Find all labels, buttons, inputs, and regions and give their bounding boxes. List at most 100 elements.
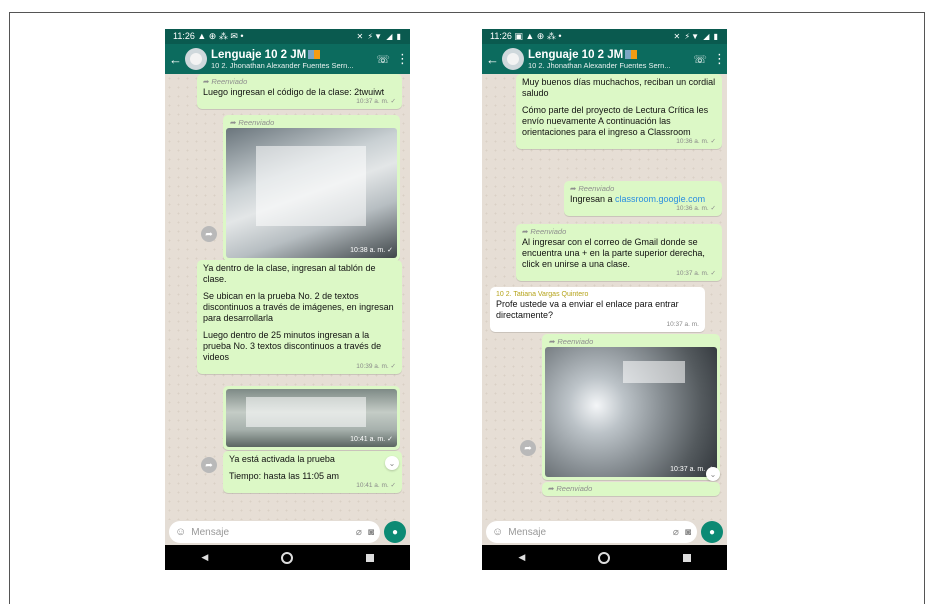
chat-title: Lenguaje 10 2 JM — [211, 48, 307, 61]
message-paragraph: Cómo parte del proyecto de Lectura Críti… — [522, 105, 709, 137]
message-time: 10:36 a. m. ✓ — [676, 205, 716, 212]
nav-home-icon[interactable] — [280, 551, 293, 564]
status-time: 11:26 — [490, 31, 512, 41]
chat-header: ← Lenguaje 10 2 JM 10 2. Jhonathan Alexa… — [482, 44, 727, 74]
photo-time: 10:41 a. m. ✓ — [350, 436, 393, 443]
photo-thumbnail[interactable]: 10:41 a. m. ✓ — [226, 389, 397, 447]
emoji-icon[interactable]: ☺ — [492, 526, 503, 538]
forward-share-icon[interactable]: ➦ — [520, 440, 536, 456]
nav-recents-icon[interactable] — [682, 553, 691, 562]
nav-home-icon[interactable] — [597, 551, 610, 564]
forward-share-icon[interactable]: ➦ — [201, 457, 217, 473]
attach-icon[interactable]: ⌀ — [673, 527, 679, 538]
add-call-icon[interactable]: ☏ — [376, 53, 390, 66]
forwarded-label: ➦ Reenviado — [230, 118, 275, 127]
notification-icons: ▲ ⊕ ⁂ ✉ • — [197, 31, 244, 41]
attach-icon[interactable]: ⌀ — [356, 527, 362, 538]
status-bar: 11:26 ▣ ▲ ⊕ ⁂ • ✕ ⚡▼ ◢ ▮ — [482, 29, 727, 44]
group-avatar[interactable] — [502, 48, 524, 70]
image-message[interactable]: ➦ Reenviado 10:38 a. m. ✓ — [223, 115, 400, 261]
message-text: Luego ingresan el código de la clase: 2t… — [203, 87, 385, 97]
message-bubble[interactable]: Ya está activada la prueba Tiempo: hasta… — [223, 451, 402, 493]
back-arrow-icon[interactable]: ← — [486, 52, 499, 67]
message-time: 10:36 a. m. ✓ — [676, 138, 716, 145]
forwarded-label: ➦ Reenviado — [549, 337, 594, 346]
system-icons: ✕ ⚡▼ ◢ ▮ — [356, 32, 402, 41]
status-bar: 11:26 ▲ ⊕ ⁂ ✉ • ✕ ⚡▼ ◢ ▮ — [165, 29, 410, 44]
image-message[interactable]: 10:41 a. m. ✓ — [223, 386, 400, 450]
chat-area[interactable]: ➦ Reenviado Luego ingresan el código de … — [165, 74, 410, 520]
forwarded-label: ➦ Reenviado — [203, 77, 248, 86]
microphone-icon[interactable]: ● — [701, 521, 723, 543]
status-time: 11:26 — [173, 31, 195, 41]
chat-title: Lenguaje 10 2 JM — [528, 48, 624, 61]
android-nav-bar: ◀ — [165, 545, 410, 570]
chat-title-area[interactable]: Lenguaje 10 2 JM 10 2. Jhonathan Alexand… — [528, 49, 687, 70]
message-time: 10:41 a. m. ✓ — [356, 482, 396, 489]
message-paragraph: Se ubican en la prueba No. 2 de textos d… — [203, 291, 394, 323]
message-bubble[interactable]: ➦ Reenviado Luego ingresan el código de … — [197, 74, 402, 109]
chat-header: ← Lenguaje 10 2 JM 10 2. Jhonathan Alexa… — [165, 44, 410, 74]
message-paragraph: Luego dentro de 25 minutos ingresan a la… — [203, 330, 382, 362]
chat-subtitle: 10 2. Jhonathan Alexander Fuentes Sern..… — [528, 60, 671, 70]
message-paragraph: Muy buenos días muchachos, reciban un co… — [522, 77, 716, 98]
system-icons: ✕ ⚡▼ ◢ ▮ — [673, 32, 719, 41]
message-time: 10:37 a. m. ✓ — [356, 98, 396, 105]
message-text: Al ingresar con el correo de Gmail donde… — [522, 237, 705, 269]
message-time: 10:37 a. m. — [666, 321, 699, 328]
notification-icons: ▣ ▲ ⊕ ⁂ • — [514, 31, 562, 41]
microphone-icon[interactable]: ● — [384, 521, 406, 543]
message-paragraph: Tiempo: hasta las 11:05 am — [229, 471, 340, 481]
back-arrow-icon[interactable]: ← — [169, 52, 182, 67]
photo-thumbnail[interactable]: 10:38 a. m. ✓ — [226, 128, 397, 258]
emoji-icon[interactable]: ☺ — [175, 526, 186, 538]
message-placeholder: Mensaje — [191, 526, 230, 538]
message-paragraph: Ya está activada la prueba — [229, 454, 335, 464]
message-input[interactable]: ☺ Mensaje ⌀ ◙ — [169, 521, 380, 543]
chat-subtitle: 10 2. Jhonathan Alexander Fuentes Sern..… — [211, 60, 354, 70]
phone-screenshot-right: 11:26 ▣ ▲ ⊕ ⁂ • ✕ ⚡▼ ◢ ▮ ← Lenguaje 10 2… — [482, 29, 727, 570]
message-input[interactable]: ☺ Mensaje ⌀ ◙ — [486, 521, 697, 543]
flag-emoji-icon — [308, 49, 321, 59]
android-nav-bar: ◀ — [482, 545, 727, 570]
message-composer: ☺ Mensaje ⌀ ◙ ● — [165, 519, 410, 545]
message-bubble[interactable]: Muy buenos días muchachos, reciban un co… — [516, 74, 722, 149]
scroll-down-icon[interactable]: ⌄ — [706, 467, 720, 481]
forwarded-label: ➦ Reenviado — [570, 184, 615, 193]
nav-back-icon[interactable]: ◀ — [518, 552, 525, 563]
camera-icon[interactable]: ◙ — [685, 527, 691, 538]
photo-time: 10:38 a. m. ✓ — [350, 247, 393, 254]
camera-icon[interactable]: ◙ — [368, 527, 374, 538]
flag-emoji-icon — [625, 49, 638, 59]
message-composer: ☺ Mensaje ⌀ ◙ ● — [482, 519, 727, 545]
more-options-icon[interactable]: ⋮ — [713, 51, 726, 67]
nav-recents-icon[interactable] — [365, 553, 374, 562]
message-time: 10:37 a. m. ✓ — [676, 270, 716, 277]
incoming-message-bubble[interactable]: 10 2. Tatiana Vargas Quintero Profe uste… — [490, 287, 705, 332]
phone-screenshot-left: 11:26 ▲ ⊕ ⁂ ✉ • ✕ ⚡▼ ◢ ▮ ← Lenguaje 10 2… — [165, 29, 410, 570]
document-frame — [9, 12, 925, 604]
message-bubble[interactable]: ➦ Reenviado Al ingresar con el correo de… — [516, 224, 722, 281]
message-paragraph: Ya dentro de la clase, ingresan al tabló… — [203, 263, 376, 284]
image-message[interactable]: ➦ Reenviado 10:37 a. m. ✓ — [542, 334, 720, 480]
sender-name[interactable]: 10 2. Tatiana Vargas Quintero — [496, 290, 699, 299]
message-bubble[interactable]: ➦ Reenviado Ingresan a classroom.google.… — [564, 181, 722, 216]
forwarded-label: ➦ Reenviado — [522, 227, 567, 236]
more-options-icon[interactable]: ⋮ — [396, 51, 409, 67]
chat-area[interactable]: Muy buenos días muchachos, reciban un co… — [482, 74, 727, 520]
nav-back-icon[interactable]: ◀ — [201, 552, 208, 563]
scroll-down-icon[interactable]: ⌄ — [385, 456, 399, 470]
forward-share-icon[interactable]: ➦ — [201, 226, 217, 242]
photo-thumbnail[interactable]: 10:37 a. m. ✓ — [545, 347, 717, 477]
forwarded-label: ➦ Reenviado — [548, 484, 593, 493]
message-bubble[interactable]: Ya dentro de la clase, ingresan al tabló… — [197, 260, 402, 374]
chat-title-area[interactable]: Lenguaje 10 2 JM 10 2. Jhonathan Alexand… — [211, 49, 370, 70]
image-message[interactable]: ➦ Reenviado — [542, 482, 720, 496]
add-call-icon[interactable]: ☏ — [693, 53, 707, 66]
classroom-link[interactable]: classroom.google.com — [615, 194, 705, 204]
message-time: 10:39 a. m. ✓ — [356, 363, 396, 370]
message-text: Profe ustede va a enviar el enlace para … — [496, 299, 679, 320]
message-placeholder: Mensaje — [508, 526, 547, 538]
message-text: Ingresan a classroom.google.com — [570, 194, 706, 204]
group-avatar[interactable] — [185, 48, 207, 70]
